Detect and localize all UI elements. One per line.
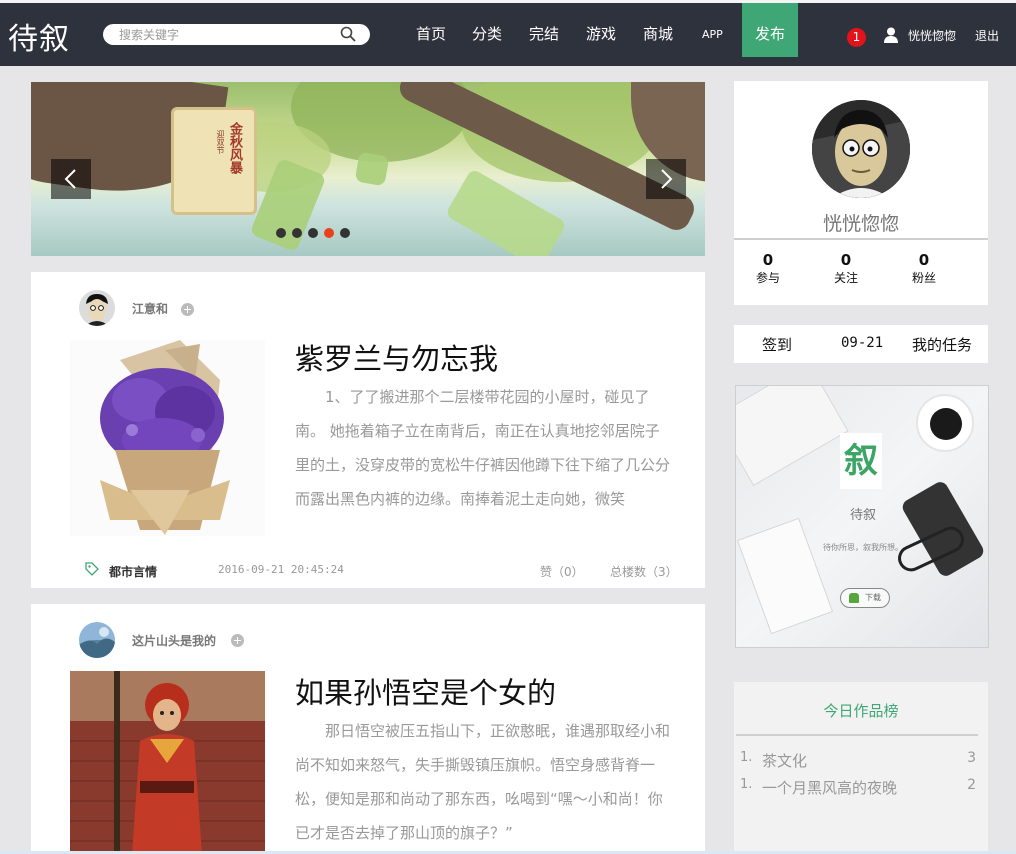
promo-title: 金秋风暴 <box>227 122 242 174</box>
ranking-index: 1. <box>740 777 753 792</box>
stat-label: 粉丝 <box>911 271 936 285</box>
carousel-dot[interactable] <box>340 228 350 238</box>
search-input[interactable] <box>119 26 329 43</box>
carousel-prev-button[interactable] <box>51 159 91 199</box>
likes-count[interactable]: 赞（0） <box>540 563 584 580</box>
username-link[interactable]: 恍恍惚惚 <box>908 27 956 44</box>
app-download-ad[interactable]: 叙 待叙 待你所思，叙我所想。 下载 <box>735 385 989 648</box>
my-tasks-link[interactable]: 我的任务 <box>912 334 972 355</box>
carousel-next-button[interactable] <box>646 159 686 199</box>
app-slogan: 待你所思，叙我所想。 <box>823 543 903 552</box>
profile-card: 恍恍惚惚 0 参与 0 关注 0 粉丝 <box>734 81 988 305</box>
notification-badge[interactable]: 1 <box>847 28 866 47</box>
banner-carousel[interactable]: 金秋风暴 迎双节 <box>31 82 705 256</box>
top-border <box>0 0 1016 3</box>
article-card[interactable]: 江意和 紫罗兰与勿忘我 1、了了搬进那个二层楼带花园的小屋时，碰见了南。 她拖着… <box>31 272 705 588</box>
carousel-dot[interactable] <box>308 228 318 238</box>
nav-shop[interactable]: 商城 <box>643 23 673 44</box>
stat-label: 参与 <box>755 271 780 285</box>
carousel-dot[interactable] <box>324 228 334 238</box>
tag-icon <box>85 562 99 576</box>
ad-keyboard-decoration <box>736 386 849 487</box>
daily-ranking-panel: 今日作品榜 1. 茶文化 3 1. 一个月黑风高的夜晚 2 <box>734 682 988 854</box>
profile-divider <box>734 238 988 240</box>
ranking-index: 1. <box>740 750 753 765</box>
banner-promo-card: 金秋风暴 迎双节 <box>171 107 257 215</box>
author-name[interactable]: 这片山头是我的 <box>132 632 216 649</box>
flower-bouquet-image <box>100 340 230 535</box>
nav-games[interactable]: 游戏 <box>586 23 616 44</box>
article-datetime: 2016-09-21 20:45:24 <box>218 563 344 576</box>
carousel-dot[interactable] <box>276 228 286 238</box>
nav-app[interactable]: APP <box>702 28 723 41</box>
search-icon[interactable] <box>340 26 356 42</box>
ranking-count: 3 <box>967 750 976 766</box>
stat-label: 关注 <box>833 271 858 285</box>
nav-category[interactable]: 分类 <box>472 23 502 44</box>
ad-notebook-decoration <box>736 517 834 635</box>
publish-label: 发布 <box>754 25 785 43</box>
ad-coffee-decoration <box>916 394 974 452</box>
search-box[interactable] <box>103 24 370 45</box>
sign-in-date: 09-21 <box>841 335 884 351</box>
author-name[interactable]: 江意和 <box>132 300 168 317</box>
stat-participate[interactable]: 0 参与 <box>748 251 788 286</box>
author-avatar[interactable] <box>79 622 115 658</box>
stat-value: 0 <box>840 251 852 269</box>
publish-button[interactable]: 发布 <box>742 3 798 57</box>
article-excerpt: 1、了了搬进那个二层楼带花园的小屋时，碰见了南。 她拖着箱子立在南背后，南正在认… <box>295 388 671 508</box>
stat-value: 0 <box>762 251 774 269</box>
sign-in-button[interactable]: 签到 <box>762 334 792 355</box>
stat-value: 0 <box>918 251 930 269</box>
sign-in-bar: 签到 09-21 我的任务 <box>734 325 988 363</box>
article-thumbnail[interactable] <box>70 671 265 854</box>
follow-plus-icon[interactable] <box>231 634 244 647</box>
profile-name[interactable]: 恍恍惚惚 <box>734 209 988 236</box>
ranking-count: 2 <box>967 777 976 793</box>
banner-bottle <box>354 151 390 187</box>
stat-fans[interactable]: 0 粉丝 <box>904 251 944 286</box>
carousel-dot[interactable] <box>292 228 302 238</box>
app-logo-icon: 叙 <box>840 433 882 489</box>
profile-avatar[interactable] <box>812 100 910 198</box>
logout-link[interactable]: 退出 <box>975 27 999 44</box>
android-icon <box>849 593 859 603</box>
chevron-left-icon <box>64 169 76 189</box>
download-button[interactable]: 下载 <box>840 588 890 608</box>
download-label: 下载 <box>865 593 881 602</box>
avatar-image <box>812 100 910 198</box>
nav-finished[interactable]: 完结 <box>529 23 559 44</box>
site-logo[interactable]: 待叙 <box>8 14 70 58</box>
floors-count[interactable]: 总楼数（3） <box>610 563 678 580</box>
article-category-tag[interactable]: 都市言情 <box>109 563 157 580</box>
article-excerpt: 那日悟空被压五指山下，正欲憨眠，谁遇那取经小和尚不知如来怒气，失手撕毁镇压旗帜。… <box>295 722 671 842</box>
article-card[interactable]: 这片山头是我的 如果孙悟空是个女的 那日悟空被压五指山下，正欲憨眠，谁遇那取经小… <box>31 604 705 854</box>
ranking-title: 今日作品榜 <box>823 702 899 720</box>
avatar-image <box>79 290 115 326</box>
nav-home[interactable]: 首页 <box>416 23 446 44</box>
user-icon[interactable] <box>884 27 898 43</box>
chevron-right-icon <box>661 169 673 189</box>
promo-subtitle: 迎双节 <box>216 130 225 154</box>
ranking-title-link[interactable]: 一个月黑风高的夜晚 <box>762 777 897 798</box>
avatar-image <box>79 622 115 658</box>
stat-following[interactable]: 0 关注 <box>826 251 866 286</box>
top-navbar: 待叙 首页 分类 完结 游戏 商城 APP 发布 1 恍恍惚惚 退出 <box>0 0 1016 66</box>
monkey-king-image <box>70 671 265 854</box>
ranking-title-link[interactable]: 茶文化 <box>762 750 807 771</box>
follow-plus-icon[interactable] <box>181 303 194 316</box>
ranking-divider <box>736 734 978 736</box>
article-title[interactable]: 如果孙悟空是个女的 <box>295 670 556 712</box>
article-title[interactable]: 紫罗兰与勿忘我 <box>295 336 498 378</box>
author-avatar[interactable] <box>79 290 115 326</box>
article-thumbnail[interactable] <box>70 340 265 536</box>
app-name: 待叙 <box>849 508 876 523</box>
